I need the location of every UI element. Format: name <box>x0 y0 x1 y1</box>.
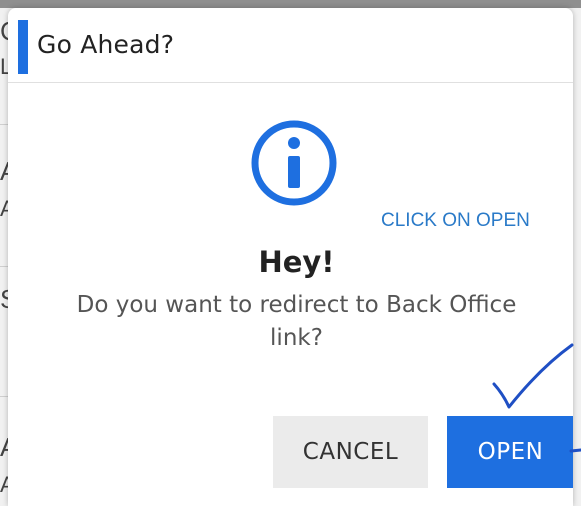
dialog-message: Do you want to redirect to Back Office l… <box>38 289 555 355</box>
click-on-open-hint: CLICK ON OPEN <box>381 210 530 231</box>
header-accent-bar <box>18 20 28 74</box>
message-line: link? <box>270 325 323 351</box>
open-button[interactable]: OPEN <box>447 416 573 488</box>
dialog-header: Go Ahead? <box>8 8 573 83</box>
dialog-heading: Hey! <box>258 245 335 279</box>
message-line: Do you want to redirect to Back Office <box>76 292 517 318</box>
cancel-button[interactable]: CANCEL <box>273 416 428 488</box>
dialog-title: Go Ahead? <box>37 30 175 59</box>
redirect-dialog: Go Ahead? CLICK ON OPEN Hey! Do you want… <box>8 8 573 506</box>
info-circle-icon <box>251 120 337 206</box>
